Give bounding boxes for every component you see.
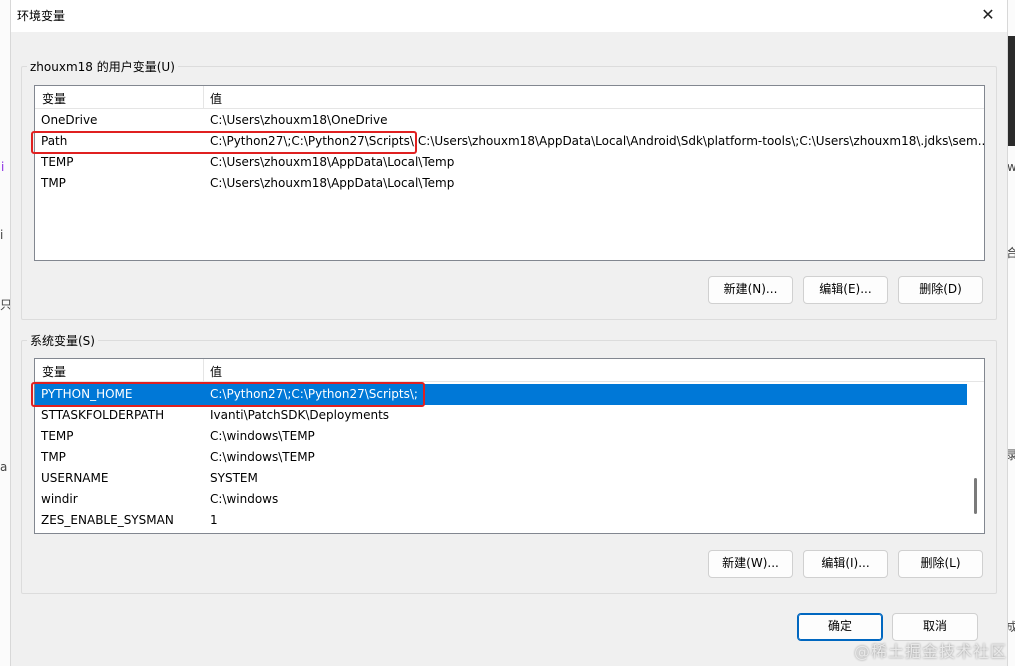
variable-name: STTASKFOLDERPATH — [41, 408, 165, 422]
variable-name: TMP — [41, 176, 66, 190]
variable-value: C:\windows\TEMP — [210, 429, 315, 443]
close-button[interactable]: ✕ — [973, 2, 1003, 28]
background-window-left: i i 只 a — [0, 0, 12, 666]
variable-name: ZES_ENABLE_SYSMAN — [41, 513, 174, 527]
table-row[interactable]: USERNAME SYSTEM — [35, 468, 967, 489]
table-row[interactable]: TMP C:\windows\TEMP — [35, 447, 967, 468]
variable-value: C:\windows — [210, 492, 279, 506]
variable-value: 1 — [210, 513, 218, 527]
user-new-button[interactable]: 新建(N)... — [708, 276, 793, 304]
table-row[interactable]: STTASKFOLDERPATH Ivanti\PatchSDK\Deploym… — [35, 405, 967, 426]
variable-name: TEMP — [41, 429, 74, 443]
title-bar: 环境变量 ✕ — [11, 0, 1007, 32]
user-variables-list[interactable]: 变量 值 OneDrive C:\Users\zhouxm18\OneDrive… — [34, 85, 985, 261]
variable-value: C:\Users\zhouxm18\OneDrive — [210, 113, 388, 127]
user-delete-button[interactable]: 删除(D) — [898, 276, 983, 304]
variable-value: Ivanti\PatchSDK\Deployments — [210, 408, 390, 422]
vertical-scrollbar[interactable] — [969, 382, 983, 532]
background-fragment: i — [0, 228, 4, 242]
column-header-name[interactable]: 变量 — [42, 363, 66, 380]
table-row[interactable]: TEMP C:\Users\zhouxm18\AppData\Local\Tem… — [35, 152, 984, 173]
column-header-name[interactable]: 变量 — [42, 90, 66, 107]
table-row[interactable]: TEMP C:\windows\TEMP — [35, 426, 967, 447]
variable-value: C:\Users\zhouxm18\AppData\Local\Temp — [210, 155, 455, 169]
table-row[interactable]: TMP C:\Users\zhouxm18\AppData\Local\Temp — [35, 173, 984, 194]
annotation-highlight-path — [31, 131, 417, 154]
table-row[interactable]: OneDrive C:\Users\zhouxm18\OneDrive — [35, 110, 984, 131]
column-separator[interactable] — [203, 359, 204, 381]
system-delete-button[interactable]: 删除(L) — [898, 550, 983, 578]
variable-value: C:\windows\TEMP — [210, 450, 315, 464]
scrollbar-thumb[interactable] — [974, 478, 977, 514]
variable-name: USERNAME — [41, 471, 109, 485]
user-edit-button[interactable]: 编辑(E)... — [803, 276, 888, 304]
list-header: 变量 值 — [35, 359, 984, 382]
table-row[interactable]: ZES_ENABLE_SYSMAN 1 — [35, 510, 967, 531]
system-variables-label: 系统变量(S) — [27, 332, 98, 349]
variable-value: SYSTEM — [210, 471, 258, 485]
table-row[interactable]: windir C:\windows — [35, 489, 967, 510]
variable-name: TEMP — [41, 155, 74, 169]
ok-button[interactable]: 确定 — [797, 613, 883, 641]
column-header-value[interactable]: 值 — [210, 90, 222, 107]
variable-name: TMP — [41, 450, 66, 464]
variable-name: windir — [41, 492, 78, 506]
background-fragment: w — [1007, 160, 1015, 174]
system-edit-button[interactable]: 编辑(I)... — [803, 550, 888, 578]
environment-variables-dialog: 环境变量 ✕ zhouxm18 的用户变量(U) 变量 值 OneDrive C… — [10, 0, 1008, 666]
cancel-button[interactable]: 取消 — [892, 613, 978, 641]
watermark: @稀土掘金技术社区 — [853, 642, 1007, 661]
column-separator[interactable] — [203, 86, 204, 108]
system-new-button[interactable]: 新建(W)... — [708, 550, 793, 578]
variable-name: OneDrive — [41, 113, 98, 127]
annotation-highlight-python-home — [31, 382, 425, 407]
user-variables-label: zhouxm18 的用户变量(U) — [27, 58, 178, 75]
background-fragment: i — [1, 160, 5, 174]
list-header: 变量 值 — [35, 86, 984, 109]
window-title: 环境变量 — [17, 9, 66, 23]
column-header-value[interactable]: 值 — [210, 363, 222, 380]
variable-value: C:\Users\zhouxm18\AppData\Local\Temp — [210, 176, 455, 190]
background-fragment: a — [0, 460, 8, 474]
